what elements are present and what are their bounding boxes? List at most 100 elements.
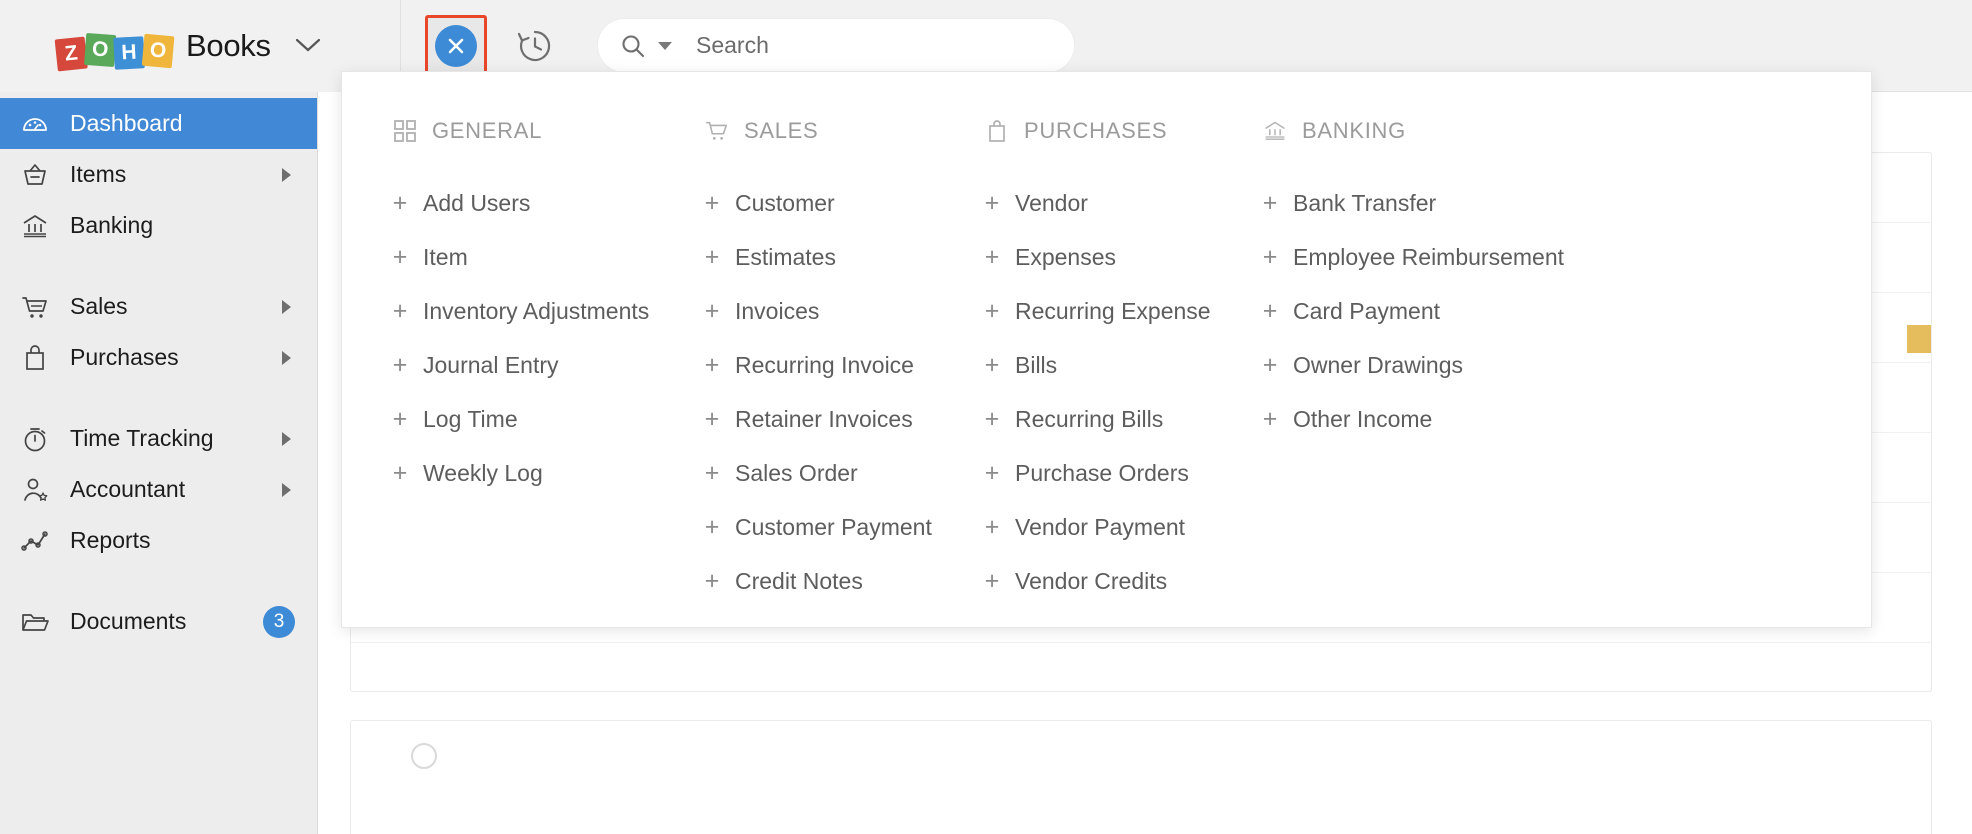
menu-item-vendor[interactable]: + Vendor — [984, 176, 1234, 230]
chevron-down-icon[interactable] — [295, 35, 321, 57]
menu-item-purchase-orders[interactable]: +Purchase Orders — [984, 446, 1234, 500]
menu-item-vendor-credits[interactable]: +Vendor Credits — [984, 554, 1234, 608]
menu-item-recurring-bills[interactable]: +Recurring Bills — [984, 392, 1234, 446]
plus-icon: + — [1262, 407, 1278, 432]
sidebar-item-banking[interactable]: Banking — [0, 200, 317, 251]
chart-line-icon — [18, 524, 52, 558]
plus-icon: + — [704, 461, 720, 486]
bag-icon — [18, 341, 52, 375]
dropdown-column-purchases: PURCHASES +Vendor +Expenses +Recurring E… — [956, 118, 1234, 608]
menu-item-label: Invoices — [735, 298, 819, 325]
chevron-right-icon[interactable] — [282, 351, 291, 365]
menu-item-credit-notes[interactable]: +Credit Notes — [704, 554, 956, 608]
menu-item-label: Other Income — [1293, 406, 1432, 433]
menu-item-other-income[interactable]: + Other Income — [1262, 392, 1594, 446]
plus-icon: + — [984, 461, 1000, 486]
menu-item-journal-entry[interactable]: +Journal Entry — [392, 338, 676, 392]
menu-item-invoices[interactable]: +Invoices — [704, 284, 956, 338]
brand-logo[interactable]: Z O H O Books — [0, 0, 400, 92]
menu-item-customer-payment[interactable]: +Customer Payment — [704, 500, 956, 554]
menu-item-label: Inventory Adjustments — [423, 298, 649, 325]
menu-item-label: Retainer Invoices — [735, 406, 913, 433]
plus-icon: + — [984, 569, 1000, 594]
menu-item-estimates[interactable]: +Estimates — [704, 230, 956, 284]
menu-item-weekly-log[interactable]: +Weekly Log — [392, 446, 676, 500]
logo-cube-o2: O — [142, 33, 175, 67]
bank-icon — [1262, 118, 1288, 144]
chevron-right-icon[interactable] — [282, 483, 291, 497]
menu-item-label: Vendor — [1015, 190, 1088, 217]
menu-item-label: Owner Drawings — [1293, 352, 1463, 379]
plus-icon: + — [704, 515, 720, 540]
menu-item-recurring-expense[interactable]: +Recurring Expense — [984, 284, 1234, 338]
menu-item-label: Recurring Bills — [1015, 406, 1163, 433]
plus-icon: + — [704, 245, 720, 270]
plus-icon: + — [1262, 245, 1278, 270]
chevron-right-icon[interactable] — [282, 432, 291, 446]
menu-item-employee-reimbursement[interactable]: + Employee Reimbursement — [1262, 230, 1594, 284]
sidebar-item-reports[interactable]: Reports — [0, 515, 317, 566]
column-header-purchases: PURCHASES — [984, 118, 1234, 144]
cart-icon — [704, 118, 730, 144]
dropdown-column-banking: BANKING +Bank Transfer +Employee Reimbur… — [1234, 118, 1594, 608]
plus-icon: + — [1262, 191, 1278, 216]
search-scope-chevron-down-icon[interactable] — [658, 42, 672, 50]
plus-icon: + — [392, 461, 408, 486]
menu-item-bills[interactable]: + Bills — [984, 338, 1234, 392]
sidebar-item-documents[interactable]: Documents 3 — [0, 596, 317, 647]
menu-item-card-payment[interactable]: + Card Payment — [1262, 284, 1594, 338]
chevron-right-icon[interactable] — [282, 300, 291, 314]
status-badge: 3 — [263, 606, 295, 638]
sidebar-item-time-tracking[interactable]: Time Tracking — [0, 413, 317, 464]
chevron-right-icon[interactable] — [282, 168, 291, 182]
plus-icon: + — [1262, 299, 1278, 324]
sidebar-item-purchases[interactable]: Purchases — [0, 332, 317, 383]
plus-icon: + — [984, 353, 1000, 378]
menu-item-add-users[interactable]: +Add Users — [392, 176, 676, 230]
menu-item-owner-drawings[interactable]: +Owner Drawings — [1262, 338, 1594, 392]
menu-item-label: Bills — [1015, 352, 1057, 379]
plus-icon: + — [704, 191, 720, 216]
history-button[interactable] — [505, 16, 565, 76]
menu-item-sales-order[interactable]: + Sales Order — [704, 446, 956, 500]
sidebar-spacer — [0, 383, 317, 413]
menu-item-inventory-adjustments[interactable]: +Inventory Adjustments — [392, 284, 676, 338]
menu-item-label: Item — [423, 244, 468, 271]
menu-item-item[interactable]: + Item — [392, 230, 676, 284]
close-button[interactable] — [435, 25, 477, 67]
search-input[interactable] — [696, 32, 1052, 59]
sidebar-item-label: Dashboard — [70, 110, 183, 137]
menu-item-log-time[interactable]: +Log Time — [392, 392, 676, 446]
history-icon — [514, 25, 556, 67]
menu-item-recurring-invoice[interactable]: +Recurring Invoice — [704, 338, 956, 392]
menu-item-bank-transfer[interactable]: +Bank Transfer — [1262, 176, 1594, 230]
menu-item-expenses[interactable]: +Expenses — [984, 230, 1234, 284]
plus-icon: + — [984, 299, 1000, 324]
sidebar-item-items[interactable]: Items — [0, 149, 317, 200]
sidebar-item-accountant[interactable]: Accountant — [0, 464, 317, 515]
search-icon — [620, 33, 646, 59]
menu-item-label: Card Payment — [1293, 298, 1440, 325]
dashboard-icon — [18, 107, 52, 141]
menu-item-retainer-invoices[interactable]: +Retainer Invoices — [704, 392, 956, 446]
logo-cube-o1: O — [84, 32, 116, 66]
background-bottom-card — [350, 720, 1932, 834]
plus-icon: + — [704, 569, 720, 594]
menu-item-label: Expenses — [1015, 244, 1116, 271]
logo-cube-z: Z — [55, 36, 88, 71]
plus-icon: + — [392, 191, 408, 216]
search-bar[interactable] — [597, 18, 1075, 73]
bag-icon — [984, 118, 1010, 144]
close-icon — [444, 34, 468, 58]
sidebar-item-sales[interactable]: Sales — [0, 281, 317, 332]
dropdown-column-general: GENERAL +Add Users +Item +Inventory Adju… — [364, 118, 676, 608]
menu-item-label: Customer — [735, 190, 835, 217]
menu-item-label: Sales Order — [735, 460, 858, 487]
menu-item-customer[interactable]: + Customer — [704, 176, 956, 230]
plus-icon: + — [984, 191, 1000, 216]
basket-icon — [18, 158, 52, 192]
sidebar-item-dashboard[interactable]: Dashboard — [0, 98, 317, 149]
plus-icon: + — [392, 245, 408, 270]
menu-item-label: Employee Reimbursement — [1293, 244, 1564, 271]
menu-item-vendor-payment[interactable]: +Vendor Payment — [984, 500, 1234, 554]
